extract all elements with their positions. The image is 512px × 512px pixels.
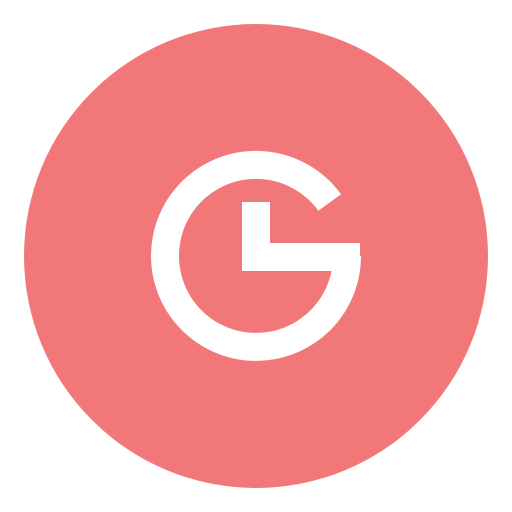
app-icon-canvas — [0, 0, 512, 512]
clock-g-logo-icon — [24, 24, 488, 488]
